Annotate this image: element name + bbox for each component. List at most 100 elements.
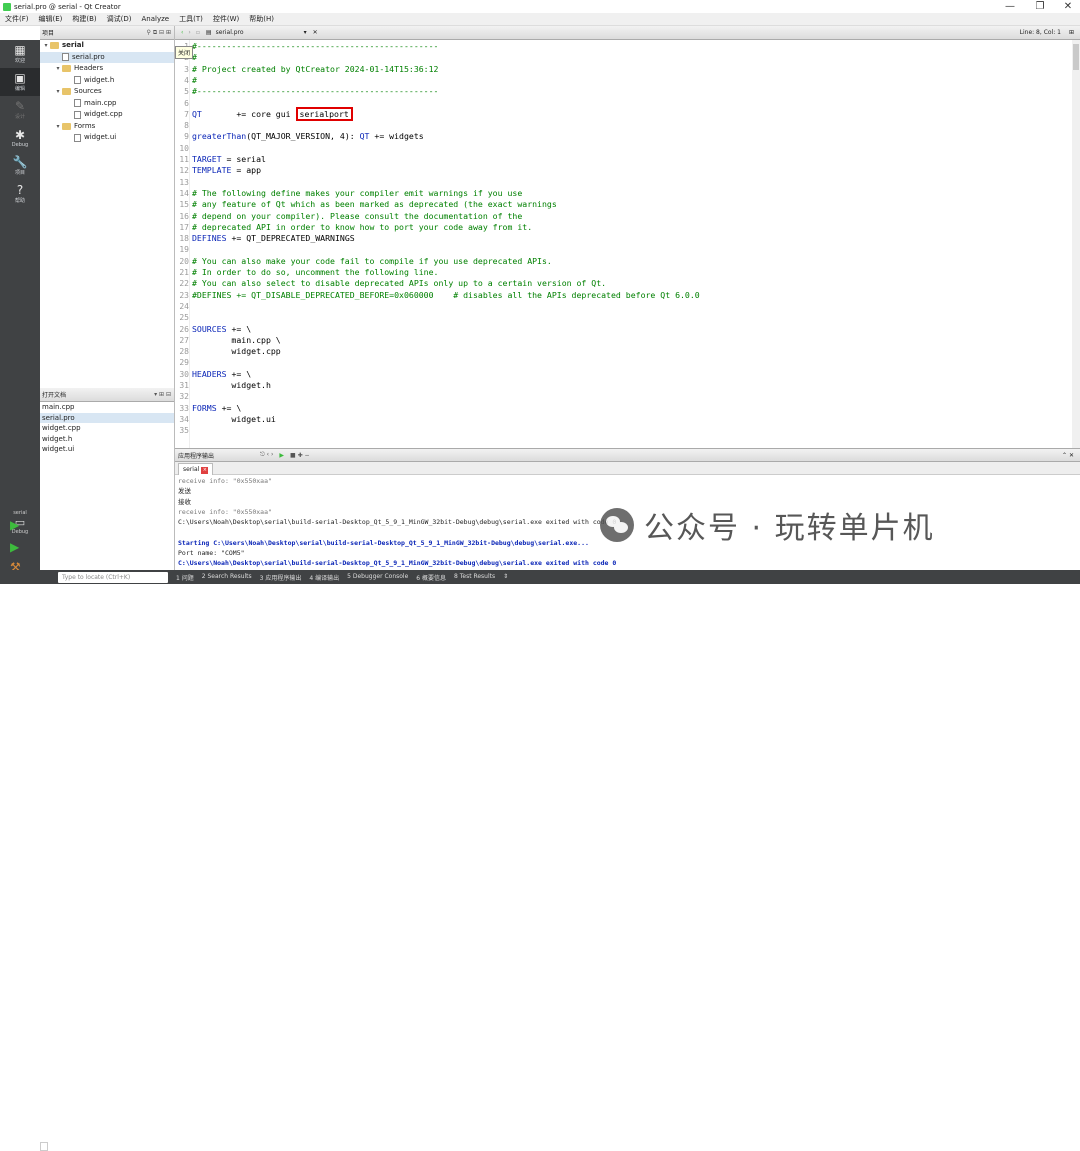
tree-item-label: serial.pro — [72, 52, 105, 61]
mode-icon: ? — [16, 183, 24, 197]
close-file-icon[interactable]: ✕ — [313, 29, 318, 36]
line-number: 10 — [179, 143, 189, 153]
expand-arrow-icon[interactable]: ▾ — [54, 86, 62, 98]
code-line: # In order to do so, uncomment the follo… — [192, 267, 439, 277]
line-number: 3 — [184, 64, 189, 74]
tree-item-label: widget.cpp — [84, 110, 123, 118]
mode-6[interactable]: ? 帮助 — [0, 180, 40, 208]
menu-item[interactable]: 帮助(H) — [244, 14, 279, 24]
line-number: 18 — [179, 234, 189, 244]
code-line: # Project created by QtCreator 2024-01-1… — [192, 63, 439, 74]
tree-item[interactable]: widget.cpp — [40, 109, 174, 121]
mode-selector: ▦ 欢迎 ▣ 编辑 ✎ 设计 ✱ Debug 🔧 项目? 帮助 serial ▭ Debug ▶ ▶… — [0, 40, 40, 574]
file-tab[interactable]: serial.pro — [216, 29, 244, 36]
expand-arrow-icon[interactable]: ▾ — [54, 121, 62, 133]
menu-item[interactable]: 调试(D) — [102, 14, 137, 24]
kit-selector[interactable]: serial ▭ Debug — [0, 510, 40, 535]
output-toolbar-icons[interactable]: ⎋ ‹ › — [260, 451, 273, 459]
tree-item[interactable]: ▾ Headers — [40, 63, 174, 75]
mode-4[interactable]: ✱ Debug — [0, 124, 40, 152]
status-pane[interactable]: 6 概要信息 — [412, 573, 450, 582]
stop-icon[interactable]: ■ ✚ − — [290, 452, 310, 459]
file-icon — [74, 110, 81, 119]
maximize-output-icon[interactable]: ⌃ ✕ — [1062, 452, 1074, 459]
open-document-item[interactable]: serial.pro — [40, 412, 174, 423]
open-document-item[interactable]: main.cpp — [40, 402, 174, 413]
open-document-item[interactable]: widget.cpp — [40, 423, 174, 434]
open-documents-title[interactable]: 打开文档 — [42, 390, 66, 399]
status-pane[interactable]: 1 问题 — [172, 573, 198, 582]
locate-input[interactable]: Type to locate (Ctrl+K) — [58, 571, 168, 583]
expand-arrow-icon[interactable]: ▾ — [54, 63, 62, 75]
status-pane[interactable]: 5 Debugger Console — [343, 573, 412, 582]
open-documents-panel: 打开文档 ▾ ⊞ ⊟ main.cpp serial.pro widget.cpp w… — [40, 388, 175, 570]
line-number: 30 — [179, 369, 189, 379]
line-number: 23 — [179, 290, 189, 300]
mode-1[interactable]: ▦ 欢迎 — [0, 40, 40, 68]
cursor-position: Line: 8, Col: 1 — [1019, 29, 1061, 36]
tree-item[interactable]: widget.h — [40, 75, 174, 87]
menu-item[interactable]: 控件(W) — [208, 14, 244, 24]
mode-3[interactable]: ✎ 设计 — [0, 96, 40, 124]
status-pane[interactable]: 2 Search Results — [198, 573, 256, 582]
line-number: 9 — [184, 132, 189, 142]
project-panel-title[interactable]: 项目 — [42, 28, 54, 37]
code-line: # deprecated API in order to know how to… — [192, 221, 533, 232]
editor-scrollbar[interactable] — [1072, 40, 1080, 448]
menu-item[interactable]: Analyze — [137, 15, 175, 23]
menu-item[interactable]: 工具(T) — [174, 14, 208, 24]
close-icon[interactable]: ✕ — [1058, 0, 1078, 13]
status-pane[interactable]: 3 应用程序输出 — [256, 573, 306, 582]
run-icon[interactable]: ▶ — [10, 518, 19, 532]
chevron-down-icon[interactable]: ▾ — [304, 29, 307, 36]
status-pane[interactable]: 8 Test Results — [450, 573, 499, 582]
panel-close-icon[interactable]: ▾ ⊞ ⊟ — [154, 391, 171, 398]
status-pane[interactable]: 4 编译输出 — [305, 573, 343, 582]
restore-icon[interactable]: ❐ — [1030, 0, 1050, 13]
folder-icon — [62, 65, 71, 73]
tree-item[interactable]: ▾ serial — [40, 40, 174, 52]
back-icon[interactable]: ‹ — [181, 29, 183, 36]
tree-item[interactable]: ▾ Sources — [40, 86, 174, 98]
open-document-item[interactable]: widget.h — [40, 434, 174, 445]
menu-item[interactable]: 构建(B) — [67, 14, 101, 24]
line-number: 19 — [179, 245, 189, 255]
file-icon — [74, 76, 81, 85]
open-document-item[interactable]: widget.ui — [40, 444, 174, 455]
output-header: 应用程序输出 ⎋ ‹ › ▶ ■ ✚ − ⌃ ✕ — [175, 448, 1080, 462]
code-line: TARGET = serial — [192, 154, 266, 164]
forward-icon[interactable]: › — [188, 29, 190, 36]
tree-item[interactable]: serial.pro — [40, 51, 174, 63]
highlighted-serialport: serialport — [295, 106, 353, 121]
code-line: DEFINES += QT_DEPRECATED_WARNINGS — [192, 233, 355, 244]
close-icon[interactable]: × — [201, 467, 209, 474]
split-icon[interactable]: ⊞ — [1069, 29, 1074, 36]
sidebar-toggle-icon[interactable] — [40, 1142, 48, 1151]
code-line: widget.h — [192, 380, 271, 390]
line-number: 27 — [179, 335, 189, 345]
line-number: 34 — [179, 414, 189, 424]
mode-5[interactable]: 🔧 项目 — [0, 152, 40, 180]
expand-arrow-icon[interactable]: ▾ — [42, 40, 50, 52]
line-number: 29 — [179, 358, 189, 368]
tree-item[interactable]: main.cpp — [40, 98, 174, 110]
status-pane[interactable]: ⇕ — [499, 573, 512, 582]
code-line: #---------------------------------------… — [192, 86, 439, 97]
debug-run-icon[interactable]: ▶ — [10, 540, 19, 554]
folder-icon — [62, 88, 71, 96]
line-number: 35 — [179, 426, 189, 436]
mode-2[interactable]: ▣ 编辑 — [0, 68, 40, 96]
tree-item-label: Headers — [74, 64, 104, 72]
output-tab-serial[interactable]: serial × — [178, 463, 214, 475]
output-tabs: serial × — [175, 462, 1080, 475]
minimize-icon[interactable]: — — [1000, 0, 1020, 13]
menu-item[interactable]: 编辑(E) — [34, 14, 68, 24]
filter-icon[interactable]: ⚲ ⧉ ⊟ ⊞ — [147, 29, 171, 37]
code-line: #DEFINES += QT_DISABLE_DEPRECATED_BEFORE… — [192, 289, 700, 300]
tree-item[interactable]: widget.ui — [40, 132, 174, 144]
code-editor[interactable]: #---------------------------------------… — [192, 40, 1080, 448]
tree-item[interactable]: ▾ Forms — [40, 121, 174, 133]
menu-item[interactable]: 文件(F) — [0, 14, 34, 24]
run-again-icon[interactable]: ▶ — [279, 452, 284, 459]
mode-label: 项目 — [14, 170, 25, 176]
